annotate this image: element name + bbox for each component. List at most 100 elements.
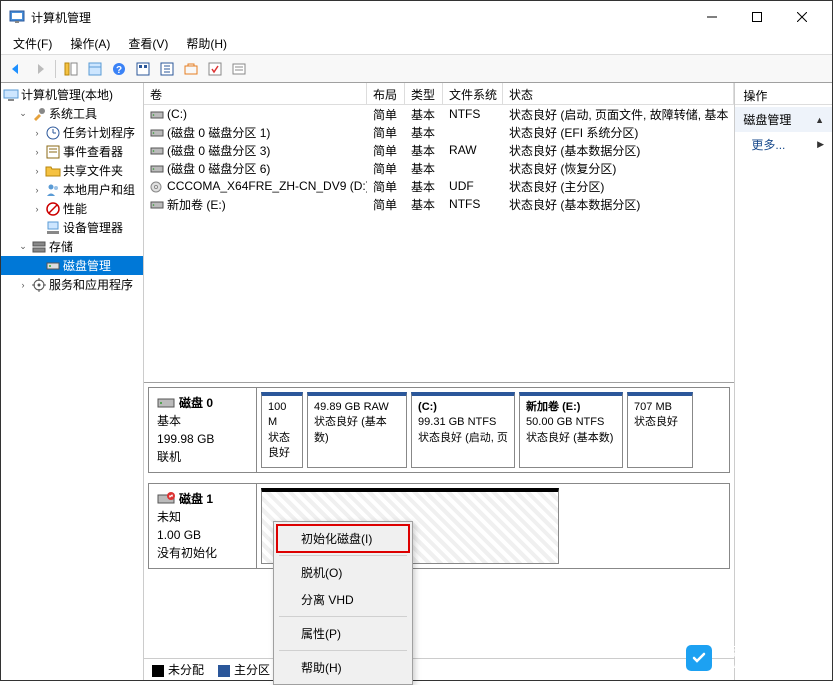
watermark-icon xyxy=(686,645,712,671)
tree-task-scheduler[interactable]: › 任务计划程序 xyxy=(1,123,143,142)
disk-1-row[interactable]: 磁盘 1 未知 1.00 GB 没有初始化 xyxy=(148,483,730,569)
partition[interactable]: 707 MB状态良好 xyxy=(627,392,693,468)
menu-action[interactable]: 操作(A) xyxy=(62,33,118,54)
col-type[interactable]: 类型 xyxy=(405,83,443,104)
tree-panel[interactable]: 计算机管理(本地) ⌄ 系统工具 › 任务计划程序 › 事件查看器 › 共享文件… xyxy=(1,83,144,680)
show-hide-tree-button[interactable] xyxy=(60,58,82,80)
svg-text:?: ? xyxy=(116,65,122,76)
caret-right-icon[interactable]: › xyxy=(31,165,43,177)
tree-label: 设备管理器 xyxy=(63,219,123,236)
partition-status: 状态良好 xyxy=(634,415,686,430)
caret-down-icon[interactable]: ⌄ xyxy=(17,108,29,120)
caret-down-icon[interactable]: ⌄ xyxy=(17,241,29,253)
tree-system-tools[interactable]: ⌄ 系统工具 xyxy=(1,104,143,123)
volume-layout: 简单 xyxy=(367,141,405,160)
col-layout[interactable]: 布局 xyxy=(367,83,405,104)
volume-name: 新加卷 (E:) xyxy=(167,198,226,212)
tree-services-apps[interactable]: › 服务和应用程序 xyxy=(1,275,143,294)
title-bar: 计算机管理 xyxy=(1,1,832,33)
extra3-button[interactable] xyxy=(228,58,250,80)
actions-group-disk-management[interactable]: 磁盘管理 ▲ xyxy=(735,107,832,132)
watermark-text: 白云一键重装系统 xyxy=(718,644,822,660)
caret-right-icon[interactable]: › xyxy=(31,146,43,158)
tree-device-manager[interactable]: 设备管理器 xyxy=(1,218,143,237)
disk-0-info[interactable]: 磁盘 0 基本 199.98 GB 联机 xyxy=(149,388,257,472)
tree-storage[interactable]: ⌄ 存储 xyxy=(1,237,143,256)
minimize-button[interactable] xyxy=(689,2,734,32)
volume-layout: 简单 xyxy=(367,123,405,142)
tree-label: 服务和应用程序 xyxy=(49,276,133,293)
caret-right-icon[interactable]: › xyxy=(17,279,29,291)
watermark-url: www.baiyunxitong.com xyxy=(718,660,822,672)
disk-graphical-view[interactable]: 磁盘 0 基本 199.98 GB 联机 100 M状态良好49.89 GB R… xyxy=(144,383,734,658)
forward-button[interactable] xyxy=(29,58,51,80)
partition[interactable]: 新加卷 (E:)50.00 GB NTFS状态良好 (基本数) xyxy=(519,392,623,468)
settings-button[interactable] xyxy=(132,58,154,80)
volume-list[interactable]: 卷 布局 类型 文件系统 状态 (C:)简单基本NTFS状态良好 (启动, 页面… xyxy=(144,83,734,383)
blank xyxy=(31,222,43,234)
extra1-button[interactable] xyxy=(180,58,202,80)
tree-label: 计算机管理(本地) xyxy=(21,86,113,103)
services-icon xyxy=(31,277,47,293)
partition[interactable]: (C:)99.31 GB NTFS状态良好 (启动, 页 xyxy=(411,392,515,468)
tree-label: 磁盘管理 xyxy=(63,257,111,274)
view1-button[interactable] xyxy=(84,58,106,80)
volume-row[interactable]: CCCOMA_X64FRE_ZH-CN_DV9 (D:)简单基本UDF状态良好 … xyxy=(144,177,734,195)
volume-type: 基本 xyxy=(405,159,443,178)
disk-0-row[interactable]: 磁盘 0 基本 199.98 GB 联机 100 M状态良好49.89 GB R… xyxy=(148,387,730,473)
volume-row[interactable]: (磁盘 0 磁盘分区 6)简单基本状态良好 (恢复分区) xyxy=(144,159,734,177)
partition-size: 99.31 GB NTFS xyxy=(418,415,508,430)
tree-performance[interactable]: › 性能 xyxy=(1,199,143,218)
col-volume[interactable]: 卷 xyxy=(144,83,367,104)
volume-icon xyxy=(150,199,164,211)
volume-layout: 简单 xyxy=(367,105,405,124)
volume-row[interactable]: 新加卷 (E:)简单基本NTFS状态良好 (基本数据分区) xyxy=(144,195,734,213)
menu-separator xyxy=(279,616,407,617)
actions-more[interactable]: 更多... ▶ xyxy=(735,132,832,157)
refresh2-button[interactable] xyxy=(156,58,178,80)
menu-file[interactable]: 文件(F) xyxy=(5,33,60,54)
tree-root[interactable]: 计算机管理(本地) xyxy=(1,85,143,104)
menu-offline[interactable]: 脱机(O) xyxy=(277,559,409,586)
volume-status: 状态良好 (基本数据分区) xyxy=(503,195,734,214)
context-menu[interactable]: 初始化磁盘(I) 脱机(O) 分离 VHD 属性(P) 帮助(H) xyxy=(273,521,413,685)
close-button[interactable] xyxy=(779,2,824,32)
menu-help[interactable]: 帮助(H) xyxy=(277,654,409,681)
volume-name: (磁盘 0 磁盘分区 3) xyxy=(167,144,270,158)
volume-fs: NTFS xyxy=(443,106,503,122)
extra2-button[interactable] xyxy=(204,58,226,80)
legend-bar: 未分配 主分区 xyxy=(144,658,734,680)
disk-1-info[interactable]: 磁盘 1 未知 1.00 GB 没有初始化 xyxy=(149,484,257,568)
tree-label: 共享文件夹 xyxy=(63,162,123,179)
menu-detach-vhd[interactable]: 分离 VHD xyxy=(277,586,409,613)
event-icon xyxy=(45,144,61,160)
legend-unallocated: 未分配 xyxy=(152,661,204,678)
partition[interactable]: 100 M状态良好 xyxy=(261,392,303,468)
menu-initialize-disk[interactable]: 初始化磁盘(I) xyxy=(277,525,409,552)
partition[interactable]: 49.89 GB RAW状态良好 (基本数) xyxy=(307,392,407,468)
volume-row[interactable]: (磁盘 0 磁盘分区 3)简单基本RAW状态良好 (基本数据分区) xyxy=(144,141,734,159)
volume-row[interactable]: (磁盘 0 磁盘分区 1)简单基本状态良好 (EFI 系统分区) xyxy=(144,123,734,141)
volume-layout: 简单 xyxy=(367,195,405,214)
volume-status: 状态良好 (启动, 页面文件, 故障转储, 基本 xyxy=(503,105,734,124)
caret-right-icon[interactable]: › xyxy=(31,184,43,196)
menu-separator xyxy=(279,650,407,651)
tree-local-users[interactable]: › 本地用户和组 xyxy=(1,180,143,199)
caret-right-icon[interactable]: › xyxy=(31,127,43,139)
col-filesystem[interactable]: 文件系统 xyxy=(443,83,503,104)
col-status[interactable]: 状态 xyxy=(503,83,734,104)
tree-shared-folders[interactable]: › 共享文件夹 xyxy=(1,161,143,180)
menu-help[interactable]: 帮助(H) xyxy=(178,33,235,54)
help-button[interactable]: ? xyxy=(108,58,130,80)
menu-view[interactable]: 查看(V) xyxy=(120,33,176,54)
back-button[interactable] xyxy=(5,58,27,80)
collapse-icon[interactable]: ▲ xyxy=(815,115,824,125)
menu-properties[interactable]: 属性(P) xyxy=(277,620,409,647)
tree-disk-management[interactable]: 磁盘管理 xyxy=(1,256,143,275)
volume-row[interactable]: (C:)简单基本NTFS状态良好 (启动, 页面文件, 故障转储, 基本 xyxy=(144,105,734,123)
tree-event-viewer[interactable]: › 事件查看器 xyxy=(1,142,143,161)
volume-type: 基本 xyxy=(405,177,443,196)
caret-right-icon[interactable]: › xyxy=(31,203,43,215)
maximize-button[interactable] xyxy=(734,2,779,32)
watermark: 白云一键重装系统 www.baiyunxitong.com xyxy=(686,644,822,672)
